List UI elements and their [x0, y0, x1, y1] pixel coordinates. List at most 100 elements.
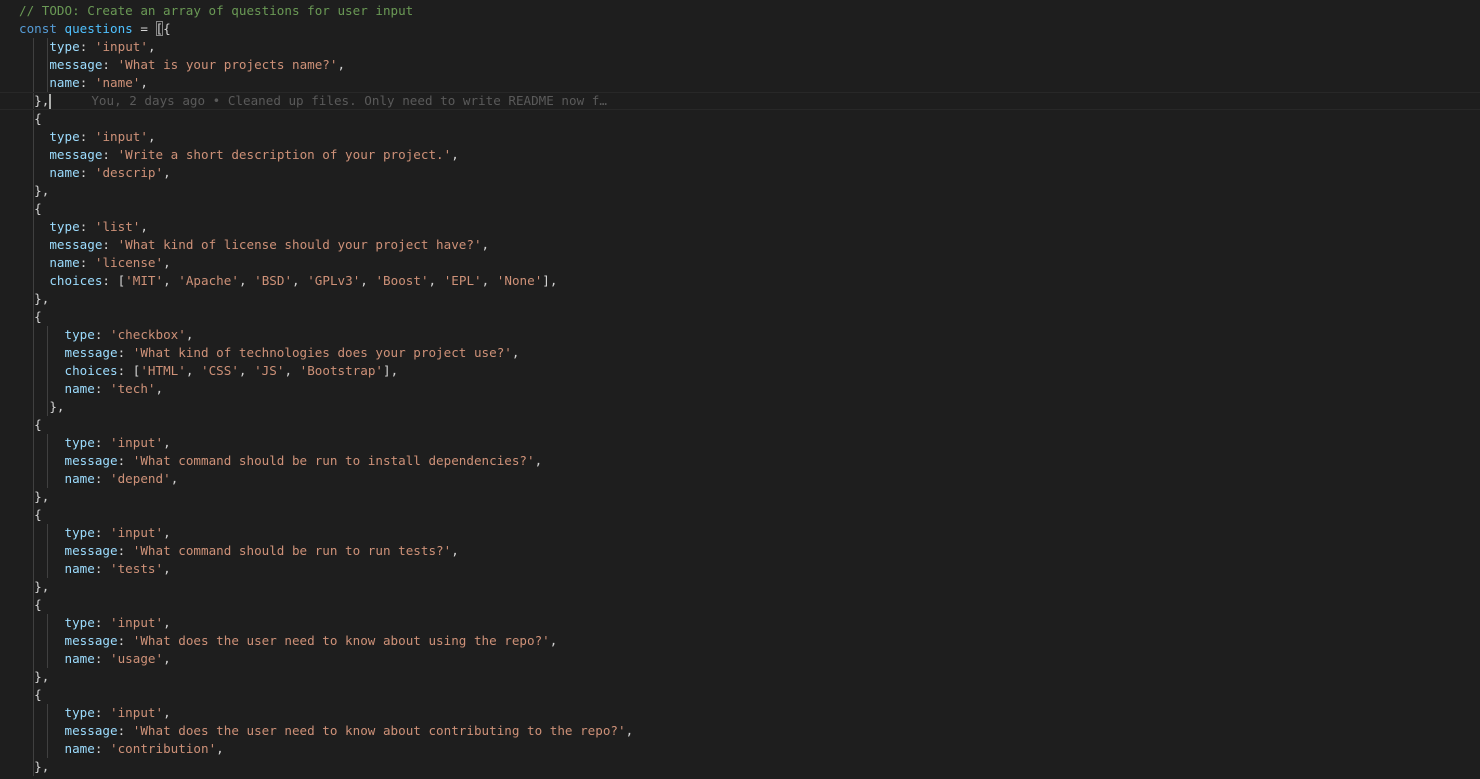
code-token: , — [163, 651, 171, 666]
code-line[interactable]: type: 'input', — [0, 128, 1480, 146]
code-token: : — [79, 165, 95, 180]
code-line[interactable]: message: 'What kind of technologies does… — [0, 344, 1480, 362]
code-token: : — [94, 561, 111, 576]
code-token: , — [155, 381, 164, 396]
code-line[interactable]: type: 'input', — [0, 614, 1480, 632]
code-line[interactable]: { — [0, 596, 1480, 614]
code-line[interactable]: name: 'tests', — [0, 560, 1480, 578]
code-line[interactable]: message: 'What does the user need to kno… — [0, 632, 1480, 650]
code-line[interactable]: choices: ['HTML', 'CSS', 'JS', 'Bootstra… — [0, 362, 1480, 380]
code-line[interactable]: message: 'What command should be run to … — [0, 542, 1480, 560]
code-token: name — [49, 75, 80, 90]
indent-guide — [47, 524, 48, 542]
indent-guide — [47, 326, 48, 344]
code-line[interactable]: name: 'license', — [0, 254, 1480, 272]
code-line[interactable]: { — [0, 308, 1480, 326]
indent-guide — [33, 614, 34, 632]
code-token: 'What is your projects name?' — [117, 57, 338, 72]
code-token: , — [511, 345, 520, 360]
code-editor[interactable]: // TODO: Create an array of questions fo… — [0, 0, 1480, 779]
code-token: 'checkbox' — [110, 327, 186, 342]
code-line[interactable]: const questions = [{ — [0, 20, 1480, 38]
code-token: : — [94, 471, 111, 486]
code-token: , — [170, 471, 179, 486]
code-token: : — [102, 147, 118, 162]
code-line[interactable]: { — [0, 416, 1480, 434]
code-line[interactable]: { — [0, 200, 1480, 218]
code-token: , — [534, 453, 543, 468]
code-line[interactable]: message: 'What is your projects name?', — [0, 56, 1480, 74]
code-line[interactable]: type: 'list', — [0, 218, 1480, 236]
code-token: 'usage' — [110, 651, 164, 666]
code-line[interactable]: }, — [0, 668, 1480, 686]
indent-guide — [33, 290, 34, 308]
code-line[interactable]: name: 'contribution', — [0, 740, 1480, 758]
code-line[interactable]: choices: ['MIT', 'Apache', 'BSD', 'GPLv3… — [0, 272, 1480, 290]
code-token: : — [94, 705, 111, 720]
indent-guide — [33, 308, 34, 326]
code-token: , — [549, 633, 558, 648]
code-line[interactable]: }, — [0, 290, 1480, 308]
code-line[interactable]: }, You, 2 days ago • Cleaned up files. On… — [0, 92, 1480, 110]
code-token: 'Write a short description of your proje… — [117, 147, 452, 162]
code-line[interactable]: name: 'depend', — [0, 470, 1480, 488]
indent-guide — [33, 110, 34, 128]
code-token: , — [360, 273, 376, 288]
code-token: type — [64, 615, 95, 630]
code-line[interactable]: message: 'What command should be run to … — [0, 452, 1480, 470]
code-line[interactable]: }, — [0, 182, 1480, 200]
indent-guide — [47, 704, 48, 722]
code-token: }, — [34, 291, 50, 306]
code-token: , — [284, 363, 300, 378]
code-line[interactable]: // TODO: Create an array of questions fo… — [0, 2, 1480, 20]
code-token: type — [49, 39, 80, 54]
code-line[interactable]: }, — [0, 488, 1480, 506]
code-line[interactable]: name: 'usage', — [0, 650, 1480, 668]
code-token: : — [117, 543, 133, 558]
indent-guide — [47, 560, 48, 578]
code-line[interactable]: type: 'checkbox', — [0, 326, 1480, 344]
code-line[interactable]: { — [0, 110, 1480, 128]
code-line[interactable]: type: 'input', — [0, 524, 1480, 542]
code-line[interactable]: }, — [0, 398, 1480, 416]
indent-guide — [33, 146, 34, 164]
code-line[interactable]: { — [0, 506, 1480, 524]
code-line[interactable]: message: 'Write a short description of y… — [0, 146, 1480, 164]
code-token: 'input' — [110, 615, 164, 630]
code-line[interactable]: name: 'tech', — [0, 380, 1480, 398]
code-token: name — [64, 471, 95, 486]
code-line[interactable]: type: 'input', — [0, 38, 1480, 56]
code-line[interactable]: message: 'What kind of license should yo… — [0, 236, 1480, 254]
code-lines[interactable]: // TODO: Create an array of questions fo… — [0, 2, 1480, 776]
code-line[interactable]: message: 'What does the user need to kno… — [0, 722, 1480, 740]
code-line[interactable]: name: 'descrip', — [0, 164, 1480, 182]
code-line[interactable]: type: 'input', — [0, 434, 1480, 452]
code-line[interactable]: name: 'name', — [0, 74, 1480, 92]
code-token: choices — [49, 273, 103, 288]
code-token: { — [34, 201, 42, 216]
code-token: ], — [542, 273, 558, 288]
code-line[interactable]: { — [0, 686, 1480, 704]
code-token: : — [94, 741, 111, 756]
code-line[interactable]: }, — [0, 758, 1480, 776]
code-token: ], — [383, 363, 399, 378]
code-token: : — [94, 615, 111, 630]
code-token: : — [79, 255, 95, 270]
code-line[interactable]: type: 'input', — [0, 704, 1480, 722]
code-token: : [ — [102, 273, 126, 288]
indent-guide — [47, 398, 48, 416]
code-token: : — [117, 723, 133, 738]
code-line[interactable]: }, — [0, 578, 1480, 596]
code-token: message — [49, 147, 103, 162]
